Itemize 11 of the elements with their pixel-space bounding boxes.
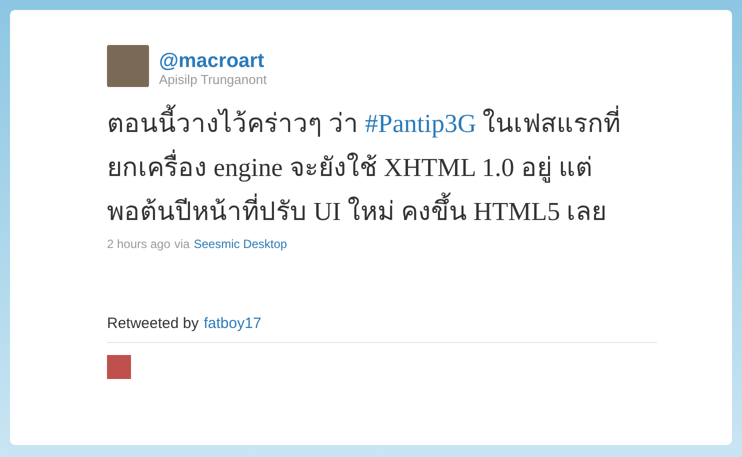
source-link[interactable]: Seesmic Desktop	[194, 236, 288, 252]
tweet-text: ตอนนี้วางไว้คร่าวๆ ว่า #Pantip3G ในเฟสแรกที่ ยกเครื่อง engine จะยังใช้ XHTML 1.0 อยู่ แต่ พอต้นปีหน้าที่ปรับ UI ใหม่ คงขึ้น HTML5 เลย	[107, 102, 657, 234]
via-label: via	[174, 236, 190, 252]
hashtag-link[interactable]: #Pantip3G	[365, 109, 476, 138]
full-name: Apisilp Trunganont	[159, 72, 267, 88]
avatar-photo-placeholder	[107, 45, 149, 87]
retweeter-link[interactable]: fatboy17	[204, 314, 262, 334]
retweeter-avatar-placeholder[interactable]	[107, 355, 131, 379]
username-link[interactable]: @macroart	[159, 50, 267, 72]
retweeted-label: Retweeted by	[107, 314, 199, 334]
timestamp-link[interactable]: 2 hours ago	[107, 236, 170, 252]
